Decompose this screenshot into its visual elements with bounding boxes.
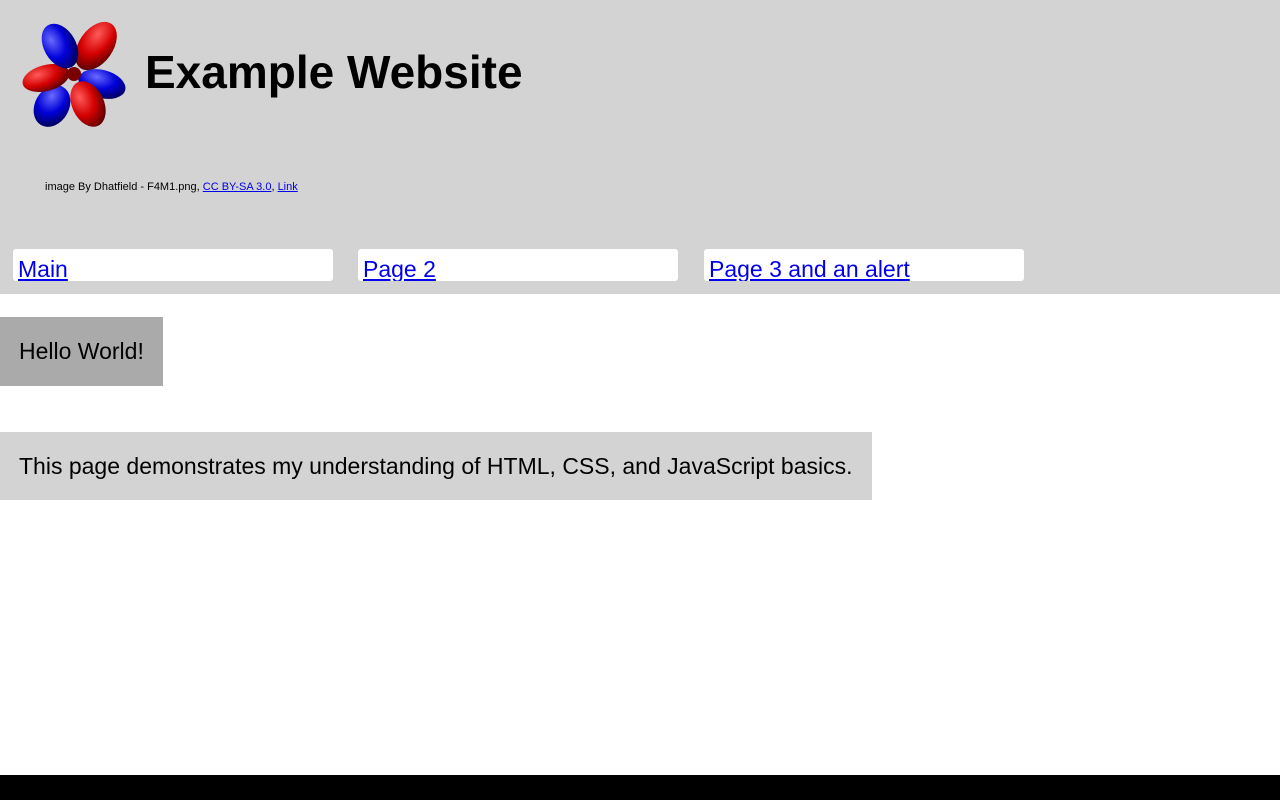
nav-link-main[interactable]: Main xyxy=(18,256,68,281)
credit-text: image By Dhatfield - F4M1.png, xyxy=(45,181,203,193)
image-credit: image By Dhatfield - F4M1.png, CC BY-SA … xyxy=(45,180,298,194)
footer-bar xyxy=(0,775,1280,800)
nav-link-page-3-alert[interactable]: Page 3 and an alert xyxy=(709,256,910,281)
nav-item-page-3: Page 3 and an alert xyxy=(704,249,1024,281)
nav-link-page-2[interactable]: Page 2 xyxy=(363,256,436,281)
orbital-lobes-icon xyxy=(22,21,126,127)
license-link[interactable]: CC BY-SA 3.0 xyxy=(203,181,272,193)
source-link[interactable]: Link xyxy=(278,181,298,193)
site-header: Example Website image By Dhatfield - F4M… xyxy=(0,0,1280,294)
description-box: This page demonstrates my understanding … xyxy=(0,432,872,500)
nav-item-page-2: Page 2 xyxy=(358,249,678,281)
site-title: Example Website xyxy=(145,46,523,98)
nav-item-main: Main xyxy=(13,249,333,281)
greeting-box: Hello World! xyxy=(0,317,163,386)
